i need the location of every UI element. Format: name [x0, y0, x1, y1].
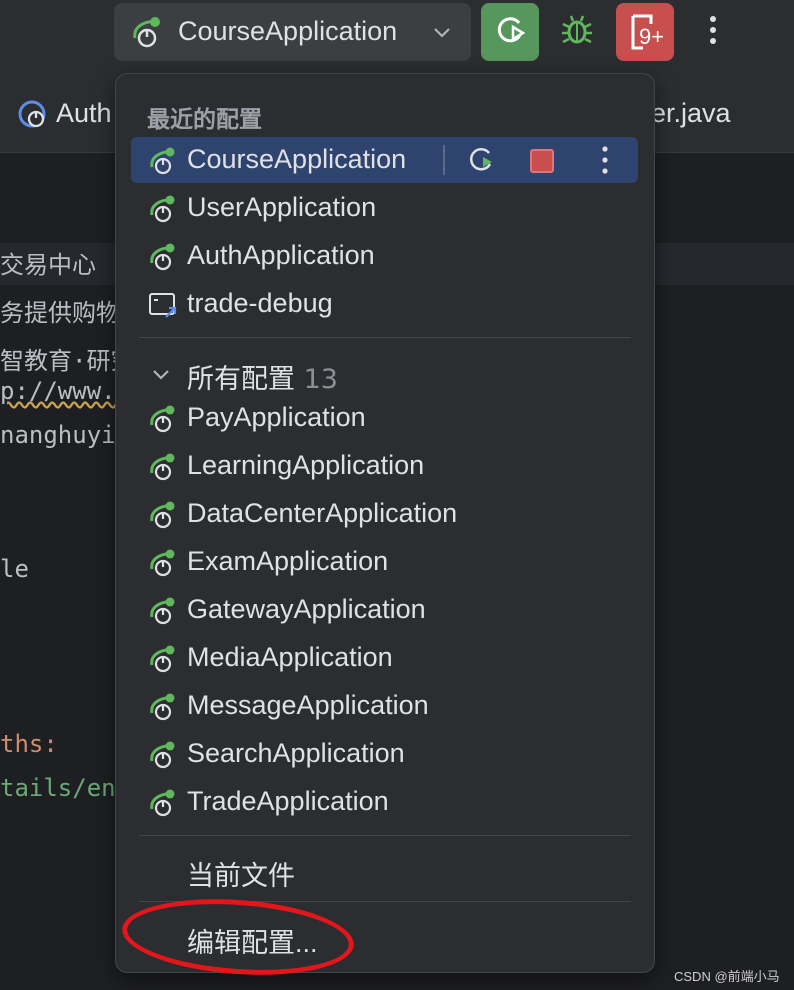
menu-item-courseapplication[interactable]: CourseApplication [131, 137, 638, 183]
watermark: CSDN @前端小马 [674, 969, 780, 984]
menu-item-userapplication[interactable]: UserApplication [131, 185, 638, 231]
code-line: ths: [0, 730, 58, 758]
all-configs-count: 13 [303, 364, 338, 395]
menu-item-label: DataCenterApplication [187, 498, 458, 528]
spring-boot-icon [148, 741, 178, 773]
code-line: nanghuyi [0, 421, 116, 449]
menu-item-mediaapplication[interactable]: MediaApplication [131, 635, 638, 681]
menu-item-label: MediaApplication [187, 642, 393, 672]
menu-item-gatewayapplication[interactable]: GatewayApplication [131, 587, 638, 633]
spring-boot-icon [148, 453, 178, 485]
menu-item-datacenterapplication[interactable]: DataCenterApplication [131, 491, 638, 537]
menu-item-label: ExamApplication [187, 546, 389, 576]
menu-item-label: 当前文件 [187, 861, 295, 891]
menu-item-payapplication[interactable]: PayApplication [131, 395, 638, 441]
main-toolbar: CourseApplication 9+ [0, 0, 794, 70]
menu-item-examapplication[interactable]: ExamApplication [131, 539, 638, 585]
code-line: p://www. [0, 377, 116, 405]
profiler-badge: 9+ [639, 24, 665, 49]
tab-java-file[interactable]: er.java [651, 98, 731, 129]
spring-boot-icon [148, 243, 178, 275]
menu-item-label: trade-debug [187, 288, 333, 318]
menu-item-label: LearningApplication [187, 450, 425, 480]
menu-item-label: 编辑配置... [187, 928, 318, 958]
spring-boot-icon [148, 501, 178, 533]
selected-config-label: CourseApplication [178, 16, 398, 46]
menu-item-label: MessageApplication [187, 690, 429, 720]
divider [443, 145, 445, 175]
spring-boot-icon [148, 645, 178, 677]
menu-item-tradeapplication[interactable]: TradeApplication [131, 779, 638, 825]
spring-boot-icon [148, 147, 178, 179]
tab-auth[interactable]: Auth [56, 98, 112, 129]
debug-button[interactable] [548, 3, 606, 61]
run-config-selector[interactable]: CourseApplication [114, 3, 471, 61]
menu-item-label: GatewayApplication [187, 594, 426, 624]
bug-icon [560, 13, 594, 51]
more-options-button[interactable] [688, 3, 738, 61]
rerun-icon[interactable] [465, 145, 497, 179]
more-vertical-icon[interactable] [601, 145, 609, 179]
menu-item-label: TradeApplication [187, 786, 389, 816]
remote-debug-icon [148, 291, 178, 323]
menu-separator [139, 901, 631, 902]
menu-item-label: UserApplication [187, 192, 377, 222]
code-line: 交易中心 [0, 251, 96, 279]
all-configs-header: 所有配置 13 [187, 357, 338, 396]
spring-boot-icon [148, 693, 178, 725]
spring-boot-icon [148, 549, 178, 581]
stop-icon[interactable] [530, 149, 554, 173]
menu-item-learningapplication[interactable]: LearningApplication [131, 443, 638, 489]
menu-item-label: AuthApplication [187, 240, 375, 270]
menu-separator [139, 835, 631, 836]
profiler-button[interactable]: 9+ [616, 3, 674, 61]
spring-boot-icon [148, 789, 178, 821]
spring-boot-icon [130, 16, 164, 52]
rerun-icon [493, 13, 527, 51]
edit-configurations-item[interactable]: 编辑配置... [131, 914, 638, 960]
menu-item-trade-debug[interactable]: trade-debug [131, 281, 638, 327]
run-configurations-popup: 最近的配置 CourseApplication UserApplication … [115, 73, 655, 983]
code-line: 务提供购物 [0, 299, 120, 327]
current-file-item[interactable]: 当前文件 [131, 847, 638, 893]
menu-item-searchapplication[interactable]: SearchApplication [131, 731, 638, 777]
spring-boot-icon [148, 195, 178, 227]
menu-item-authapplication[interactable]: AuthApplication [131, 233, 638, 279]
all-configs-label: 所有配置 [187, 364, 295, 395]
menu-item-label: SearchApplication [187, 738, 405, 768]
menu-item-label: PayApplication [187, 402, 366, 432]
menu-item-label: CourseApplication [187, 144, 407, 174]
chevron-down-icon [432, 25, 452, 44]
spring-boot-icon [16, 98, 48, 134]
menu-separator [139, 337, 631, 338]
code-line: le [0, 555, 29, 583]
spring-boot-icon [148, 597, 178, 629]
profiler-icon: 9+ [625, 12, 665, 52]
more-vertical-icon [709, 15, 717, 49]
menu-item-messageapplication[interactable]: MessageApplication [131, 683, 638, 729]
spring-boot-icon [148, 405, 178, 437]
run-button[interactable] [481, 3, 539, 61]
code-line: tails/en [0, 774, 116, 802]
recent-configs-header: 最近的配置 [147, 107, 262, 133]
chevron-down-icon [151, 367, 171, 386]
